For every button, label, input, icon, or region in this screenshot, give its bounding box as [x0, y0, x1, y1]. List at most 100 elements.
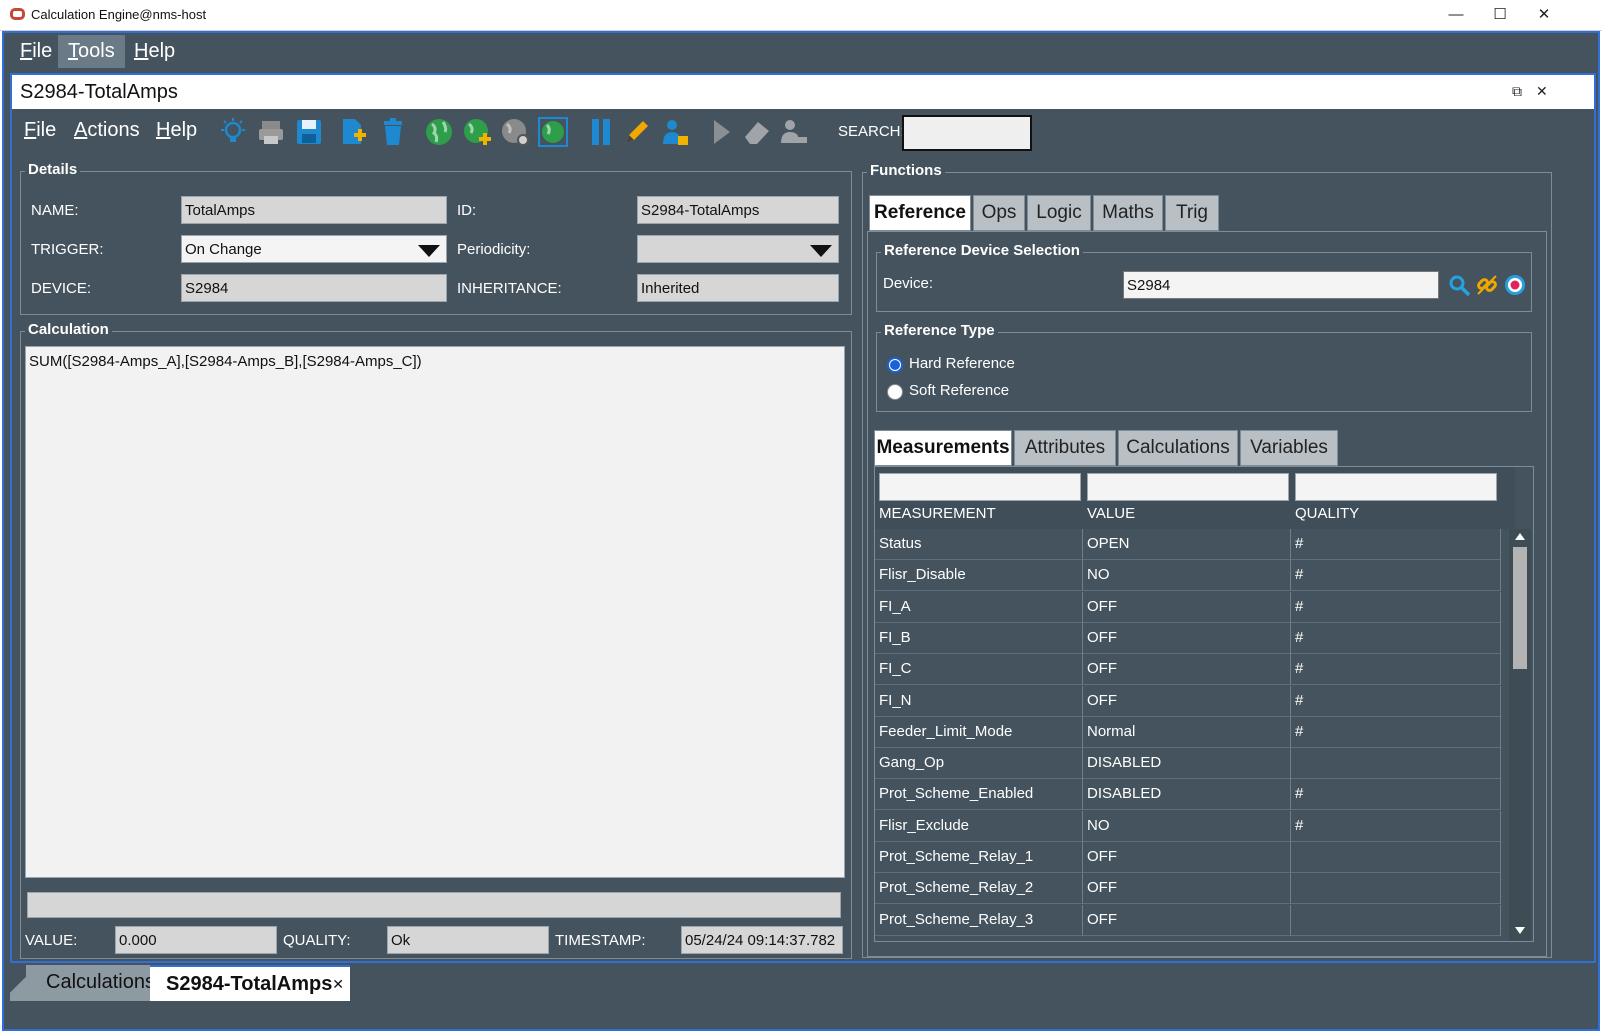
tab-reference[interactable]: Reference	[869, 195, 971, 231]
trigger-dropdown[interactable]: On Change	[181, 235, 447, 263]
quality-cell: #	[1291, 716, 1501, 748]
measurement-cell: Flisr_Disable	[875, 560, 1083, 592]
soft-reference-radio[interactable]	[887, 384, 903, 400]
table-row[interactable]: Gang_Op DISABLED	[875, 748, 1501, 780]
close-window-button[interactable]: ✕	[1522, 4, 1566, 26]
toolbar-menu-actions[interactable]: Actions	[74, 119, 140, 142]
main-menubar: File Tools Help	[4, 33, 1598, 71]
measurement-cell: FI_B	[875, 622, 1083, 654]
periodicity-dropdown[interactable]	[637, 235, 839, 263]
globe-settings-icon[interactable]	[498, 115, 532, 149]
tab-calculations[interactable]: Calculations	[1118, 430, 1238, 466]
timestamp-field[interactable]: 05/24/24 09:14:37.782	[681, 926, 843, 954]
table-row[interactable]: Prot_Scheme_Relay_3 OFF	[875, 904, 1501, 936]
bottom-tab-label: S2984-TotalAmps	[166, 973, 333, 995]
id-field[interactable]: S2984-TotalAmps	[637, 196, 839, 224]
table-row[interactable]: FI_B OFF #	[875, 622, 1501, 654]
delete-icon[interactable]	[376, 115, 410, 149]
user-lock-icon[interactable]	[658, 115, 692, 149]
globe-view-icon[interactable]	[536, 115, 570, 149]
quality-field[interactable]: Ok	[387, 926, 549, 954]
table-row[interactable]: FI_N OFF #	[875, 685, 1501, 717]
value-cell: OFF	[1083, 591, 1291, 623]
tab-ops[interactable]: Ops	[973, 195, 1025, 231]
trigger-label: TRIGGER:	[31, 241, 104, 258]
value-label: VALUE:	[25, 932, 78, 949]
table-row[interactable]: Prot_Scheme_Relay_1 OFF	[875, 842, 1501, 873]
table-row[interactable]: Prot_Scheme_Enabled DISABLED #	[875, 779, 1501, 811]
print-icon[interactable]	[254, 115, 288, 149]
lightbulb-icon[interactable]	[216, 115, 250, 149]
table-row[interactable]: FI_C OFF #	[875, 654, 1501, 686]
quality-cell	[1291, 748, 1501, 780]
measurement-cell: Gang_Op	[875, 748, 1083, 780]
eraser-icon[interactable]	[740, 115, 774, 149]
tab-measurements[interactable]: Measurements	[874, 430, 1012, 466]
quality-cell: #	[1291, 560, 1501, 592]
value-field[interactable]: 0.000	[115, 926, 277, 954]
inheritance-label: INHERITANCE:	[457, 280, 562, 297]
globe-icon[interactable]	[422, 115, 456, 149]
measurement-cell: FI_C	[875, 654, 1083, 686]
column-header-measurement[interactable]: MEASUREMENT	[879, 505, 996, 522]
bottom-tab-s2984-totalamps[interactable]: S2984-TotalAmps ✕	[150, 965, 350, 1001]
quality-filter-input[interactable]	[1295, 473, 1497, 501]
scroll-thumb[interactable]	[1513, 547, 1527, 669]
play-icon[interactable]	[704, 115, 738, 149]
value-filter-input[interactable]	[1087, 473, 1289, 501]
search-label: SEARCH:	[838, 123, 905, 140]
functions-title: Functions	[867, 162, 945, 179]
table-row[interactable]: Prot_Scheme_Relay_2 OFF	[875, 873, 1501, 905]
search-input[interactable]	[902, 115, 1032, 151]
edit-pencil-icon[interactable]	[620, 115, 654, 149]
scroll-down-icon[interactable]	[1515, 927, 1525, 934]
value-cell: OFF	[1083, 654, 1291, 686]
name-field[interactable]: TotalAmps	[181, 196, 447, 224]
tab-logic[interactable]: Logic	[1027, 195, 1091, 231]
toolbar-menu-file[interactable]: File	[24, 119, 56, 142]
new-document-icon[interactable]	[336, 115, 370, 149]
column-header-quality[interactable]: QUALITY	[1295, 505, 1359, 522]
quality-cell	[1291, 842, 1501, 873]
clear-link-icon[interactable]	[1475, 273, 1499, 297]
column-header-value[interactable]: VALUE	[1087, 505, 1135, 522]
measurement-filter-input[interactable]	[879, 473, 1081, 501]
menu-file[interactable]: File	[10, 35, 62, 68]
table-row[interactable]: Flisr_Exclude NO #	[875, 810, 1501, 842]
maximize-button[interactable]: ☐	[1478, 4, 1522, 26]
inheritance-field[interactable]: Inherited	[637, 274, 839, 302]
device-field[interactable]: S2984	[181, 274, 447, 302]
restore-icon[interactable]: ⧉	[1512, 83, 1522, 100]
tab-attributes[interactable]: Attributes	[1014, 430, 1116, 466]
user-settings-icon[interactable]	[776, 115, 810, 149]
pause-icon[interactable]	[584, 115, 618, 149]
calculation-expression-editor[interactable]: SUM([S2984-Amps_A],[S2984-Amps_B],[S2984…	[25, 346, 845, 878]
tab-maths[interactable]: Maths	[1093, 195, 1163, 231]
measurement-cell: FI_N	[875, 685, 1083, 717]
close-editor-icon[interactable]: ✕	[1536, 83, 1548, 100]
hard-reference-radio[interactable]	[887, 357, 903, 373]
toolbar-menu-help[interactable]: Help	[156, 119, 197, 142]
target-icon[interactable]	[1503, 273, 1527, 297]
calculation-title: Calculation	[25, 321, 112, 338]
globe-add-icon[interactable]	[460, 115, 494, 149]
table-scrollbar[interactable]	[1509, 529, 1531, 941]
reference-device-input[interactable]: S2984	[1123, 271, 1439, 299]
quality-label: QUALITY:	[283, 932, 351, 949]
table-row[interactable]: Flisr_Disable NO #	[875, 560, 1501, 592]
id-label: ID:	[457, 202, 477, 219]
minimize-button[interactable]: —	[1434, 4, 1478, 26]
table-row[interactable]: FI_A OFF #	[875, 591, 1501, 623]
bottom-tab-calculations[interactable]: Calculations	[26, 965, 155, 1001]
close-tab-icon[interactable]: ✕	[332, 967, 344, 1001]
menu-help[interactable]: Help	[124, 35, 185, 68]
table-row[interactable]: Status OPEN #	[875, 529, 1501, 560]
save-icon[interactable]	[292, 115, 326, 149]
table-row[interactable]: Feeder_Limit_Mode Normal #	[875, 716, 1501, 748]
search-icon[interactable]	[1447, 273, 1471, 297]
scroll-up-icon[interactable]	[1515, 533, 1525, 540]
tab-trig[interactable]: Trig	[1165, 195, 1219, 231]
quality-cell: #	[1291, 529, 1501, 560]
menu-tools[interactable]: Tools	[58, 35, 125, 68]
tab-variables[interactable]: Variables	[1240, 430, 1338, 466]
